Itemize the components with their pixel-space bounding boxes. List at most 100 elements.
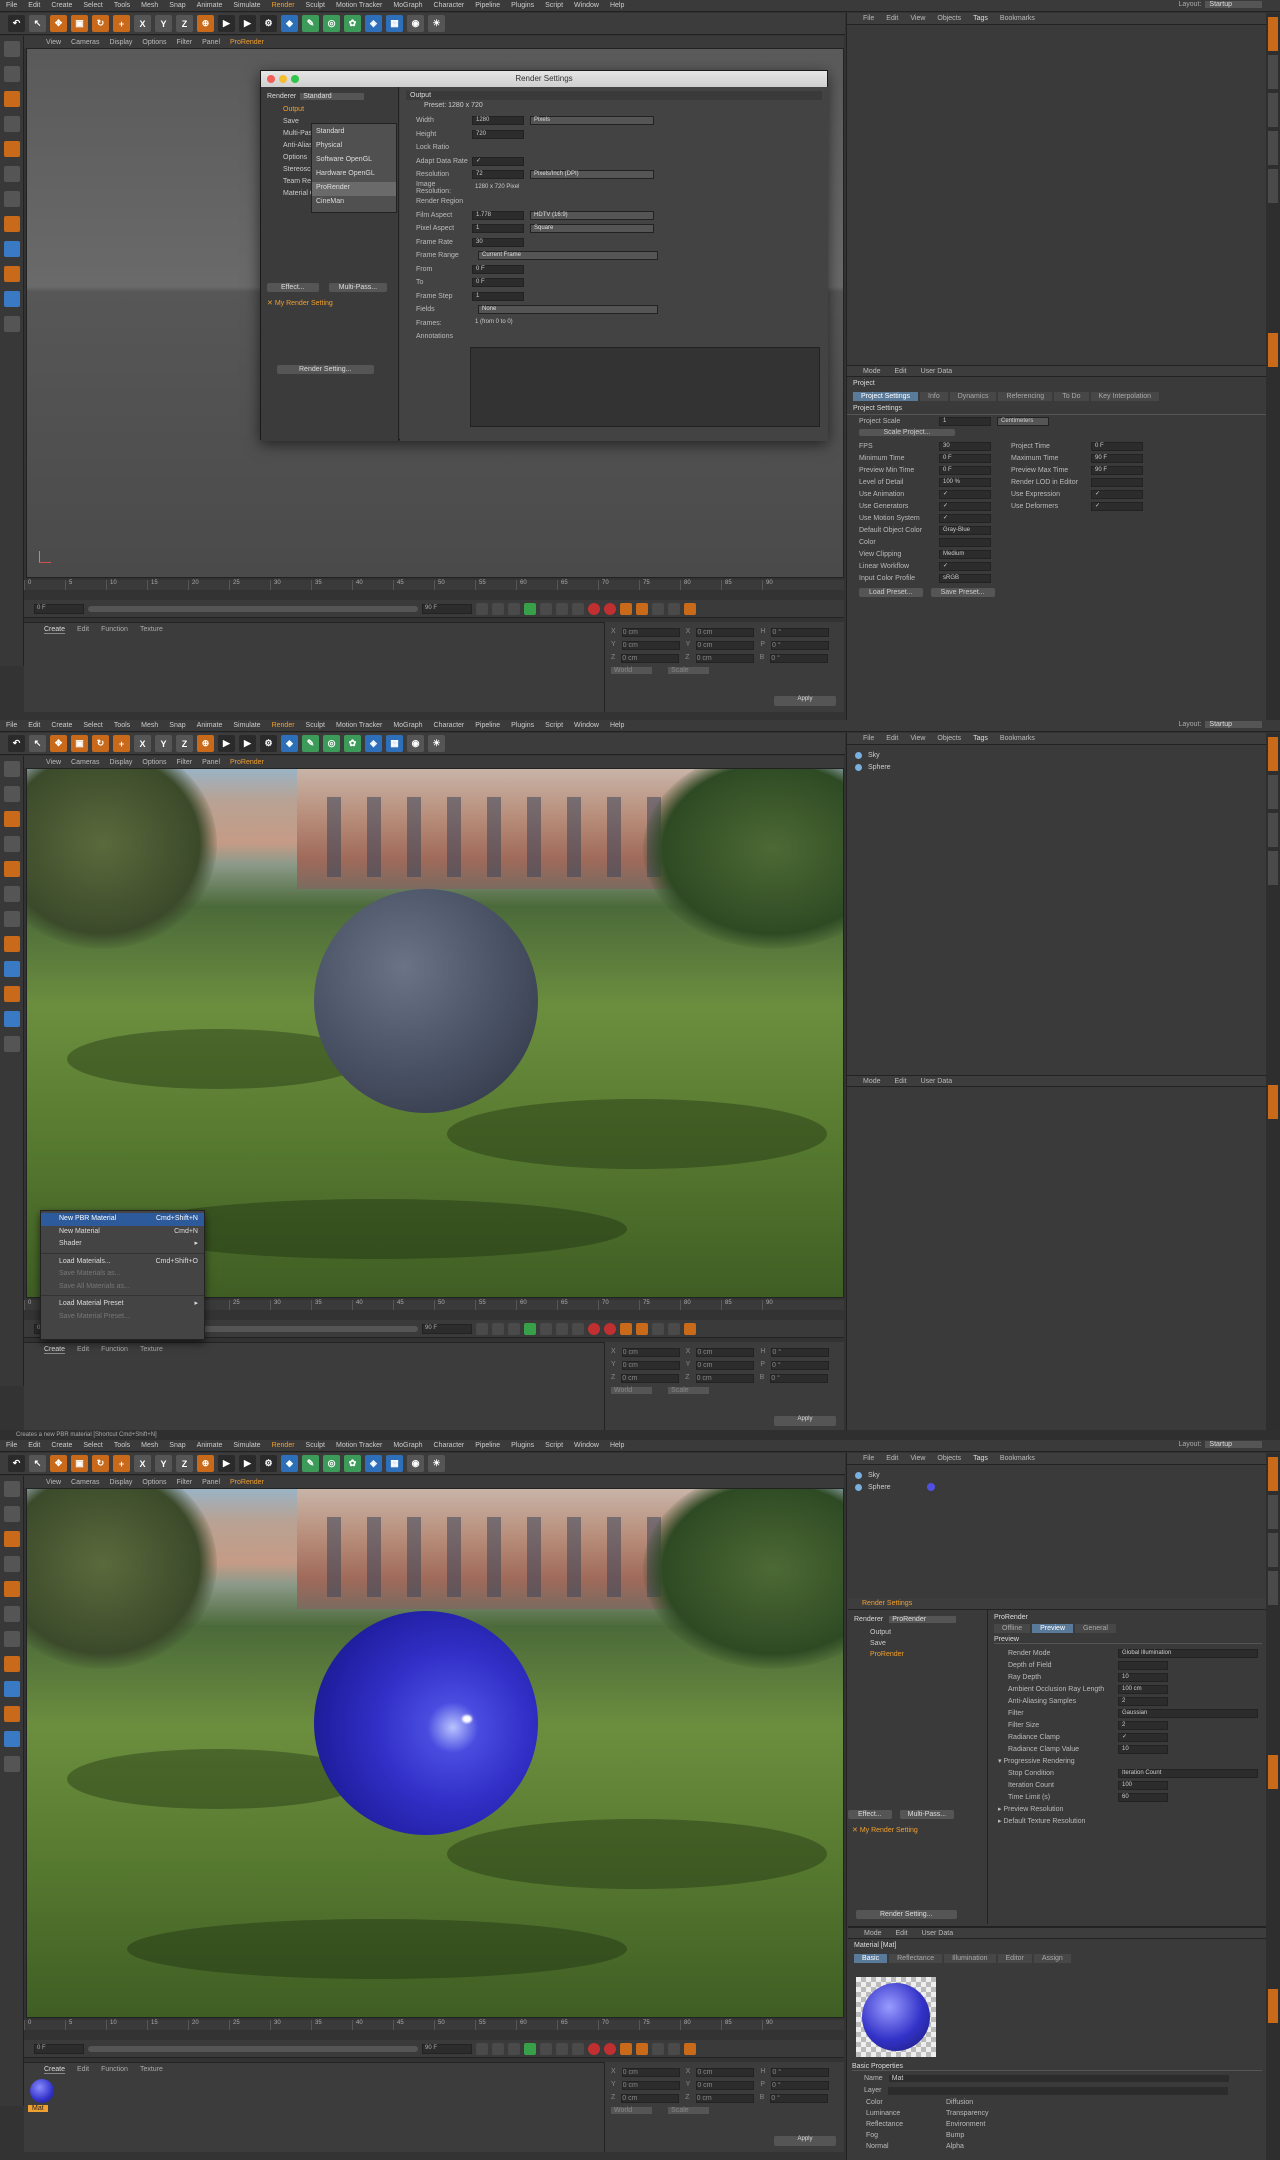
- rotate-icon[interactable]: ↻: [92, 1455, 109, 1472]
- menu-edit[interactable]: Edit: [28, 1442, 40, 1449]
- prorender-value[interactable]: [1118, 1660, 1168, 1670]
- attr-menu-edit[interactable]: Edit: [895, 1078, 907, 1085]
- tool-icon[interactable]: [4, 1631, 20, 1647]
- project-scale-unit[interactable]: Centimeters: [997, 416, 1049, 426]
- prorender-value[interactable]: 2: [1118, 1696, 1168, 1706]
- renderer-option-cineman[interactable]: CineMan: [312, 196, 396, 210]
- ctx-load-material-preset[interactable]: Load Material Preset ▸: [41, 1298, 204, 1311]
- annotations-field[interactable]: [470, 347, 820, 427]
- material-menu-create[interactable]: Create: [44, 2066, 66, 2074]
- ctx-shader[interactable]: Shader ▸: [41, 1238, 204, 1251]
- menu-mesh[interactable]: Mesh: [141, 2, 158, 9]
- menu-mograph[interactable]: MoGraph: [393, 722, 422, 729]
- key-position-icon[interactable]: [620, 602, 632, 615]
- tool-icon[interactable]: [4, 1506, 20, 1522]
- rot-p[interactable]: 0 °: [771, 641, 830, 650]
- menu-plugins[interactable]: Plugins: [511, 722, 534, 729]
- close-icon[interactable]: [267, 75, 275, 83]
- object-manager[interactable]: [847, 25, 1266, 365]
- renderer-option-hardware-opengl[interactable]: Hardware OpenGL: [312, 168, 396, 182]
- attr-menu-mode[interactable]: Mode: [863, 368, 881, 375]
- material-menu-function[interactable]: Function: [101, 626, 128, 634]
- size-x[interactable]: 0 cm: [696, 2068, 755, 2077]
- material-tab-basic[interactable]: Basic: [854, 1954, 888, 1963]
- timeline-icon[interactable]: [684, 2042, 696, 2055]
- menu-animate[interactable]: Animate: [197, 2, 223, 9]
- tool-icon[interactable]: [4, 1706, 20, 1722]
- prev-key-icon[interactable]: [492, 2042, 504, 2055]
- viewport-menu-options[interactable]: Options: [142, 39, 166, 46]
- prorender-tab-general[interactable]: General: [1075, 1624, 1116, 1633]
- tool-icon[interactable]: [4, 291, 20, 307]
- material-tag-icon[interactable]: [926, 1483, 935, 1491]
- key-scale-icon[interactable]: [636, 2042, 648, 2055]
- project-value[interactable]: Gray-Blue: [939, 525, 991, 535]
- tool-icon[interactable]: [4, 1606, 20, 1622]
- render-view-icon[interactable]: ▶: [218, 735, 235, 752]
- render-picture-viewer-icon[interactable]: ▶: [239, 15, 256, 32]
- size-z[interactable]: 0 cm: [695, 1374, 754, 1383]
- edit-render-settings-icon[interactable]: ⚙: [260, 735, 277, 752]
- project-tab[interactable]: Dynamics: [949, 392, 997, 401]
- deformer-icon[interactable]: ◈: [365, 15, 382, 32]
- z-axis-icon[interactable]: Z: [176, 15, 193, 32]
- render-picture-viewer-icon[interactable]: ▶: [239, 1455, 256, 1472]
- project-value[interactable]: sRGB: [939, 573, 991, 583]
- project-value[interactable]: 100 %: [939, 477, 991, 487]
- menu-script[interactable]: Script: [545, 722, 563, 729]
- menu-simulate[interactable]: Simulate: [233, 2, 260, 9]
- viewport-menu-options[interactable]: Options: [142, 759, 166, 766]
- play-icon[interactable]: [524, 1322, 536, 1335]
- viewport-menu-view[interactable]: View: [46, 1479, 61, 1486]
- key-param-icon[interactable]: [668, 2042, 680, 2055]
- light-icon[interactable]: ☀: [428, 1455, 445, 1472]
- render-view-icon[interactable]: ▶: [218, 15, 235, 32]
- tool-icon[interactable]: [4, 1656, 20, 1672]
- move-icon[interactable]: ✥: [50, 735, 67, 752]
- channel-alpha[interactable]: Alpha: [936, 2143, 1056, 2154]
- ctx-new-pbr-material[interactable]: New PBR Material Cmd+Shift+N: [41, 1213, 204, 1226]
- coord-system-icon[interactable]: ⊕: [197, 15, 214, 32]
- render-view-icon[interactable]: ▶: [218, 1455, 235, 1472]
- layers-tab[interactable]: [1268, 169, 1278, 203]
- sphere-object[interactable]: [314, 1611, 538, 1835]
- attr-menu-edit[interactable]: Edit: [896, 1930, 908, 1937]
- project-value[interactable]: ✓: [939, 489, 991, 499]
- prorender-value[interactable]: 100 cm: [1118, 1684, 1168, 1694]
- current-frame-field[interactable]: 0 F: [34, 603, 84, 614]
- autokey-icon[interactable]: [604, 602, 616, 615]
- ctx-load-materials-[interactable]: Load Materials... Cmd+Shift+O: [41, 1256, 204, 1269]
- rs-dropdown[interactable]: HDTV (16:9): [530, 210, 654, 220]
- effect-button[interactable]: Effect...: [848, 1810, 892, 1819]
- coord-system-icon[interactable]: ⊕: [197, 1455, 214, 1472]
- project-scale-field[interactable]: 1: [939, 416, 991, 426]
- material-tab-illumination[interactable]: Illumination: [944, 1954, 996, 1963]
- renderer-select[interactable]: Standard: [300, 93, 364, 100]
- rs-value[interactable]: 72: [472, 170, 524, 180]
- array-icon[interactable]: ✿: [344, 735, 361, 752]
- rotate-icon[interactable]: ↻: [92, 735, 109, 752]
- tool-icon[interactable]: [4, 1581, 20, 1597]
- object-menu-bookmarks[interactable]: Bookmarks: [1000, 15, 1035, 22]
- tool-icon[interactable]: [4, 836, 20, 852]
- menu-character[interactable]: Character: [434, 722, 465, 729]
- viewport-menu-panel[interactable]: Panel: [202, 39, 220, 46]
- renderer-option-prorender[interactable]: ProRender: [312, 182, 396, 196]
- camera-icon[interactable]: ◉: [407, 735, 424, 752]
- ctx-save-materials-as-[interactable]: Save Materials as...: [41, 1268, 204, 1281]
- rs-item-output[interactable]: Output: [854, 1629, 981, 1640]
- viewport-menu-filter[interactable]: Filter: [177, 1479, 193, 1486]
- menu-pipeline[interactable]: Pipeline: [475, 1442, 500, 1449]
- viewport-menu-panel[interactable]: Panel: [202, 1479, 220, 1486]
- tool-icon[interactable]: [4, 961, 20, 977]
- select-icon[interactable]: ↖: [29, 15, 46, 32]
- project-value[interactable]: 90 F: [1091, 453, 1143, 463]
- rot-b[interactable]: 0 °: [770, 1374, 829, 1383]
- tool-icon[interactable]: [4, 141, 20, 157]
- menu-motion-tracker[interactable]: Motion Tracker: [336, 2, 382, 9]
- attr-menu-user-data[interactable]: User Data: [922, 1930, 954, 1937]
- project-value[interactable]: Medium: [939, 549, 991, 559]
- structure-tab[interactable]: [1268, 131, 1278, 165]
- object-row-sphere[interactable]: Sphere: [855, 1481, 1258, 1493]
- tool-icon[interactable]: [4, 41, 20, 57]
